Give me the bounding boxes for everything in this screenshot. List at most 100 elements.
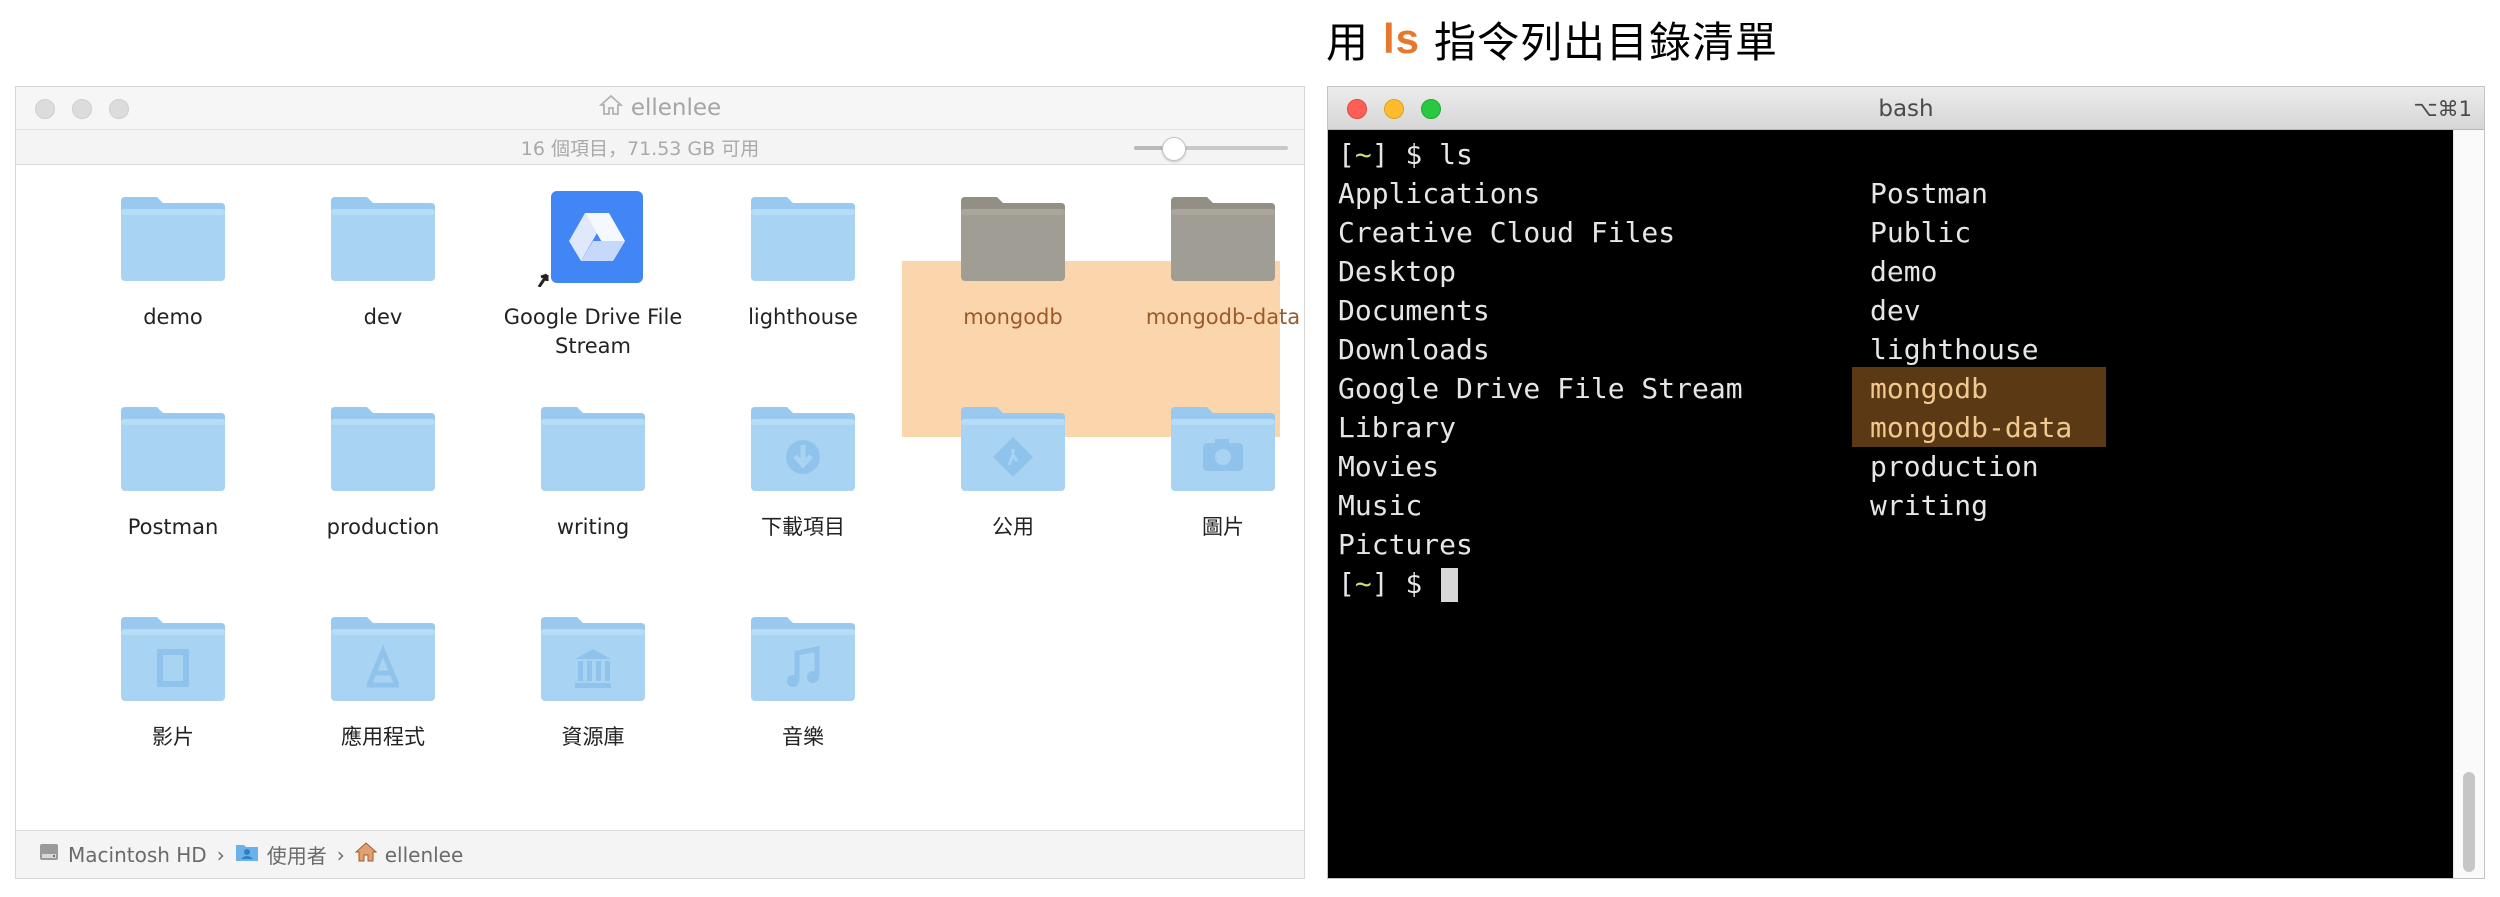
applications-folder-icon: [327, 611, 439, 707]
folder-icon: [747, 191, 859, 287]
ls-entry: Public: [1870, 216, 1972, 249]
finder-item-label: writing: [556, 515, 630, 539]
public-folder-icon: [957, 401, 1069, 497]
prompt-bracket: [: [1338, 567, 1355, 600]
finder-item-label: Postman: [127, 515, 219, 539]
movies-folder-icon: [117, 611, 229, 707]
finder-item[interactable]: dev: [278, 191, 488, 332]
terminal-prompt-line: [~] $ ls: [1338, 135, 1473, 174]
path-item-label: Macintosh HD: [68, 842, 207, 867]
finder-item[interactable]: Google Drive File Stream: [488, 191, 698, 361]
finder-item[interactable]: 應用程式: [278, 611, 488, 752]
finder-item[interactable]: 下載項目: [698, 401, 908, 542]
caption-suffix: 指令列出目錄清單: [1434, 17, 1779, 67]
home-icon: [598, 94, 624, 122]
finder-item[interactable]: Postman: [68, 401, 278, 542]
finder-item-label: 音樂: [782, 725, 824, 749]
folder-icon: [327, 191, 439, 287]
ls-entry: demo: [1870, 255, 1938, 288]
ls-entry: Desktop: [1338, 255, 1457, 288]
finder-item[interactable]: production: [278, 401, 488, 542]
finder-item-label: Google Drive File Stream: [503, 305, 683, 358]
ls-entry: writing: [1870, 489, 1989, 522]
icon-size-slider-knob[interactable]: [1161, 137, 1186, 161]
finder-item[interactable]: lighthouse: [698, 191, 908, 332]
ls-entry: mongodb-data: [1870, 411, 2073, 444]
finder-item[interactable]: 圖片: [1118, 401, 1304, 542]
folder-icon: [1167, 191, 1279, 287]
path-item-label: ellenlee: [384, 842, 464, 867]
finder-item[interactable]: mongodb-data: [1118, 191, 1304, 332]
finder-item-label: 影片: [152, 725, 194, 749]
finder-item-label: production: [326, 515, 440, 539]
terminal-title: bash: [1878, 95, 1934, 122]
finder-status-bar: 16 個項目，71.53 GB 可用: [16, 129, 1304, 165]
home-icon: [354, 841, 378, 868]
path-separator: ›: [216, 842, 225, 867]
finder-item-label: mongodb: [963, 305, 1063, 329]
finder-item[interactable]: 音樂: [698, 611, 908, 752]
icon-size-slider[interactable]: [1134, 137, 1288, 161]
terminal-shortcut: ⌥⌘1: [2413, 96, 2472, 121]
finder-item-label: 公用: [992, 515, 1034, 539]
folder-icon: [957, 191, 1069, 287]
terminal-titlebar: bash ⌥⌘1: [1328, 87, 2484, 130]
prompt-symbol: ] $: [1371, 567, 1440, 600]
path-item-macintosh-hd[interactable]: Macintosh HD: [38, 841, 207, 868]
folder-icon: [117, 191, 229, 287]
caption-command: ls: [1383, 15, 1421, 62]
finder-item[interactable]: demo: [68, 191, 278, 332]
finder-item[interactable]: 影片: [68, 611, 278, 752]
folder-icon: [117, 401, 229, 497]
figure-caption: 用 ls 指令列出目錄清單: [1326, 4, 1778, 74]
finder-item[interactable]: 資源庫: [488, 611, 698, 752]
finder-title: ellenlee: [16, 87, 1304, 129]
prompt-symbol: ] $: [1371, 138, 1440, 171]
folder-icon: [327, 401, 439, 497]
ls-entry: Library: [1338, 411, 1457, 444]
finder-window: ellenlee 16 個項目，71.53 GB 可用 demo dev Goo…: [15, 86, 1305, 879]
prompt-bracket: [: [1338, 138, 1355, 171]
terminal-prompt-line: [~] $: [1338, 564, 1459, 603]
terminal-output[interactable]: [~] $ ls Applications Creative Cloud Files…: [1338, 135, 2444, 868]
folder-icon: [537, 401, 649, 497]
finder-item-label: dev: [363, 305, 403, 329]
terminal-scroll-thumb[interactable]: [2463, 772, 2475, 872]
finder-item[interactable]: writing: [488, 401, 698, 542]
terminal-command: ls: [1439, 138, 1473, 171]
terminal-window: bash ⌥⌘1 [~] $ ls Applications Creative Cl…: [1327, 86, 2485, 879]
ls-entry: Google Drive File Stream: [1338, 372, 1743, 405]
terminal-scrollbar[interactable]: [2453, 130, 2484, 878]
ls-entry: Music: [1338, 489, 1423, 522]
ls-entry: Movies: [1338, 450, 1440, 483]
finder-item[interactable]: 公用: [908, 401, 1118, 542]
google-drive-alias-icon: [537, 191, 649, 288]
ls-entry: mongodb: [1870, 372, 1989, 405]
finder-title-text: ellenlee: [630, 95, 722, 121]
finder-item-label: 資源庫: [561, 725, 625, 749]
terminal-cursor: [1441, 568, 1459, 602]
finder-path-bar: Macintosh HD › 使用者 › ellenlee: [16, 830, 1304, 878]
path-item-label: 使用者: [266, 844, 327, 868]
ls-entry: Downloads: [1338, 333, 1490, 366]
ls-entry: Creative Cloud Files: [1338, 216, 1676, 249]
ls-entry: Pictures: [1338, 528, 1473, 561]
ls-entry: production: [1870, 450, 2039, 483]
prompt-directory: ~: [1354, 567, 1372, 600]
path-item-ellenlee[interactable]: ellenlee: [354, 841, 464, 868]
finder-item[interactable]: mongodb: [908, 191, 1118, 332]
users-folder-icon: [235, 842, 259, 867]
finder-status-text: 16 個項目，71.53 GB 可用: [520, 137, 760, 160]
ls-entry: Postman: [1870, 177, 1989, 210]
finder-item-label: lighthouse: [748, 305, 858, 329]
library-folder-icon: [537, 611, 649, 707]
downloads-folder-icon: [747, 401, 859, 497]
finder-item-label: demo: [143, 305, 203, 329]
pictures-folder-icon: [1167, 401, 1279, 497]
prompt-directory: ~: [1354, 138, 1372, 171]
finder-item-label: 應用程式: [341, 725, 425, 749]
hard-drive-icon: [38, 841, 60, 868]
path-item-users[interactable]: 使用者: [235, 840, 327, 869]
caption-prefix: 用: [1326, 17, 1370, 67]
finder-titlebar: ellenlee: [16, 87, 1304, 129]
